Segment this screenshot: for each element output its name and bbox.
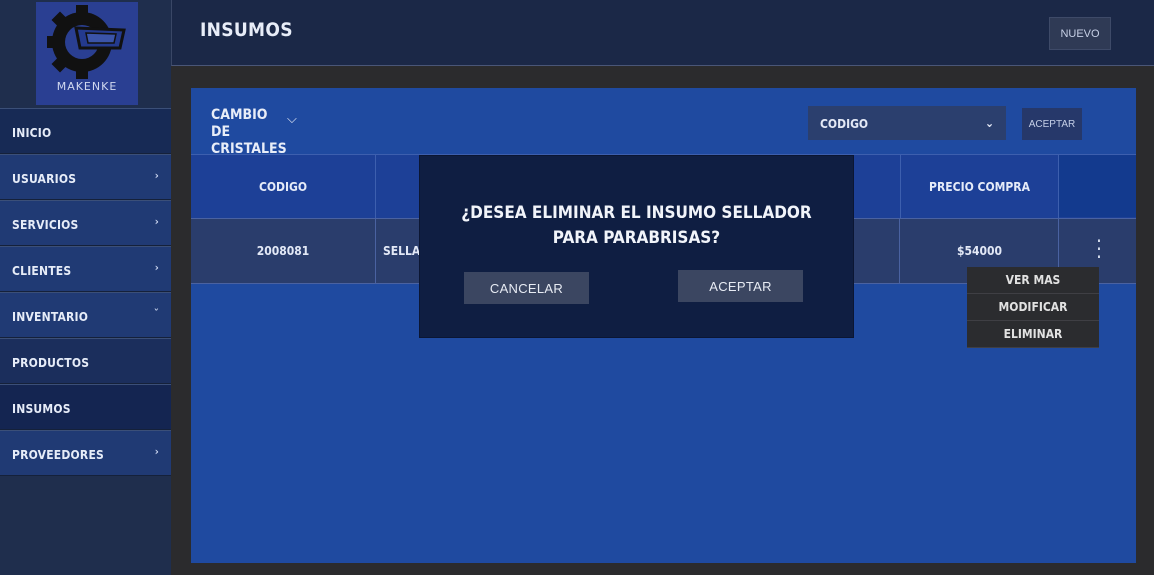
top-bar: INSUMOS NUEVO bbox=[171, 0, 1154, 66]
confirm-accept-button[interactable]: ACEPTAR bbox=[678, 270, 803, 302]
select-value: CODIGO bbox=[820, 117, 869, 131]
category-label: CAMBIO DE CRISTALES bbox=[211, 107, 287, 157]
search-field-select[interactable]: CODIGO ⌄ bbox=[808, 106, 1006, 140]
sidebar-item-label: SERVICIOS bbox=[12, 218, 79, 232]
logo-area: MAKENKE bbox=[0, 0, 171, 107]
chevron-down-icon: ˇ bbox=[153, 307, 159, 320]
chevron-down-icon[interactable]: ⌵ bbox=[287, 112, 297, 127]
sidebar-item-clientes[interactable]: CLIENTES › bbox=[0, 246, 171, 292]
sidebar-nav: INICIO USUARIOS › SERVICIOS › CLIENTES ›… bbox=[0, 108, 171, 476]
sidebar-item-label: PROVEEDORES bbox=[12, 448, 104, 462]
chevron-right-icon: › bbox=[154, 445, 159, 458]
chevron-right-icon: › bbox=[154, 215, 159, 228]
confirm-delete-dialog: ¿DESEA ELIMINAR EL INSUMO SELLADOR PARA … bbox=[420, 156, 853, 337]
sidebar-item-usuarios[interactable]: USUARIOS › bbox=[0, 154, 171, 200]
sidebar-item-proveedores[interactable]: PROVEEDORES › bbox=[0, 430, 171, 476]
chevron-right-icon: › bbox=[154, 169, 159, 182]
column-header-actions bbox=[1059, 155, 1136, 217]
gear-windshield-icon bbox=[47, 5, 126, 79]
menu-item-ver-mas[interactable]: VER MAS bbox=[967, 267, 1099, 294]
column-header-codigo: CODIGO bbox=[191, 155, 376, 219]
sidebar-item-insumos[interactable]: INSUMOS bbox=[0, 384, 171, 430]
sidebar-item-label: PRODUCTOS bbox=[12, 356, 90, 370]
sidebar-item-label: INICIO bbox=[12, 126, 52, 140]
chevron-right-icon: › bbox=[154, 261, 159, 274]
sidebar-item-label: CLIENTES bbox=[12, 264, 72, 278]
sidebar-item-inventario[interactable]: INVENTARIO ˇ bbox=[0, 292, 171, 338]
filter-accept-button[interactable]: ACEPTAR bbox=[1022, 108, 1082, 140]
sidebar-item-label: INVENTARIO bbox=[12, 310, 89, 324]
row-context-menu: VER MAS MODIFICAR ELIMINAR bbox=[967, 267, 1099, 348]
sidebar-item-servicios[interactable]: SERVICIOS › bbox=[0, 200, 171, 246]
dialog-message: ¿DESEA ELIMINAR EL INSUMO SELLADOR PARA … bbox=[461, 203, 812, 248]
page-title: INSUMOS bbox=[200, 19, 293, 41]
sidebar: MAKENKE INICIO USUARIOS › SERVICIOS › CL… bbox=[0, 0, 171, 575]
sidebar-item-inicio[interactable]: INICIO bbox=[0, 108, 171, 154]
cancel-button[interactable]: CANCELAR bbox=[464, 272, 589, 304]
brand-name: MAKENKE bbox=[56, 80, 118, 93]
more-options-icon[interactable]: · · · bbox=[1096, 231, 1102, 267]
menu-item-modificar[interactable]: MODIFICAR bbox=[967, 294, 1099, 321]
sidebar-item-label: INSUMOS bbox=[12, 402, 71, 416]
cell-codigo: 2008081 bbox=[191, 219, 376, 283]
sidebar-item-label: USUARIOS bbox=[12, 172, 77, 186]
new-button[interactable]: NUEVO bbox=[1049, 17, 1111, 50]
category-dropdown[interactable]: CAMBIO DE CRISTALES bbox=[211, 107, 287, 158]
sidebar-item-productos[interactable]: PRODUCTOS bbox=[0, 338, 171, 384]
chevron-down-icon: ⌄ bbox=[984, 116, 994, 130]
menu-item-eliminar[interactable]: ELIMINAR bbox=[967, 321, 1099, 348]
column-header-precio-compra: PRECIO COMPRA bbox=[901, 155, 1059, 219]
logo: MAKENKE bbox=[36, 2, 138, 105]
